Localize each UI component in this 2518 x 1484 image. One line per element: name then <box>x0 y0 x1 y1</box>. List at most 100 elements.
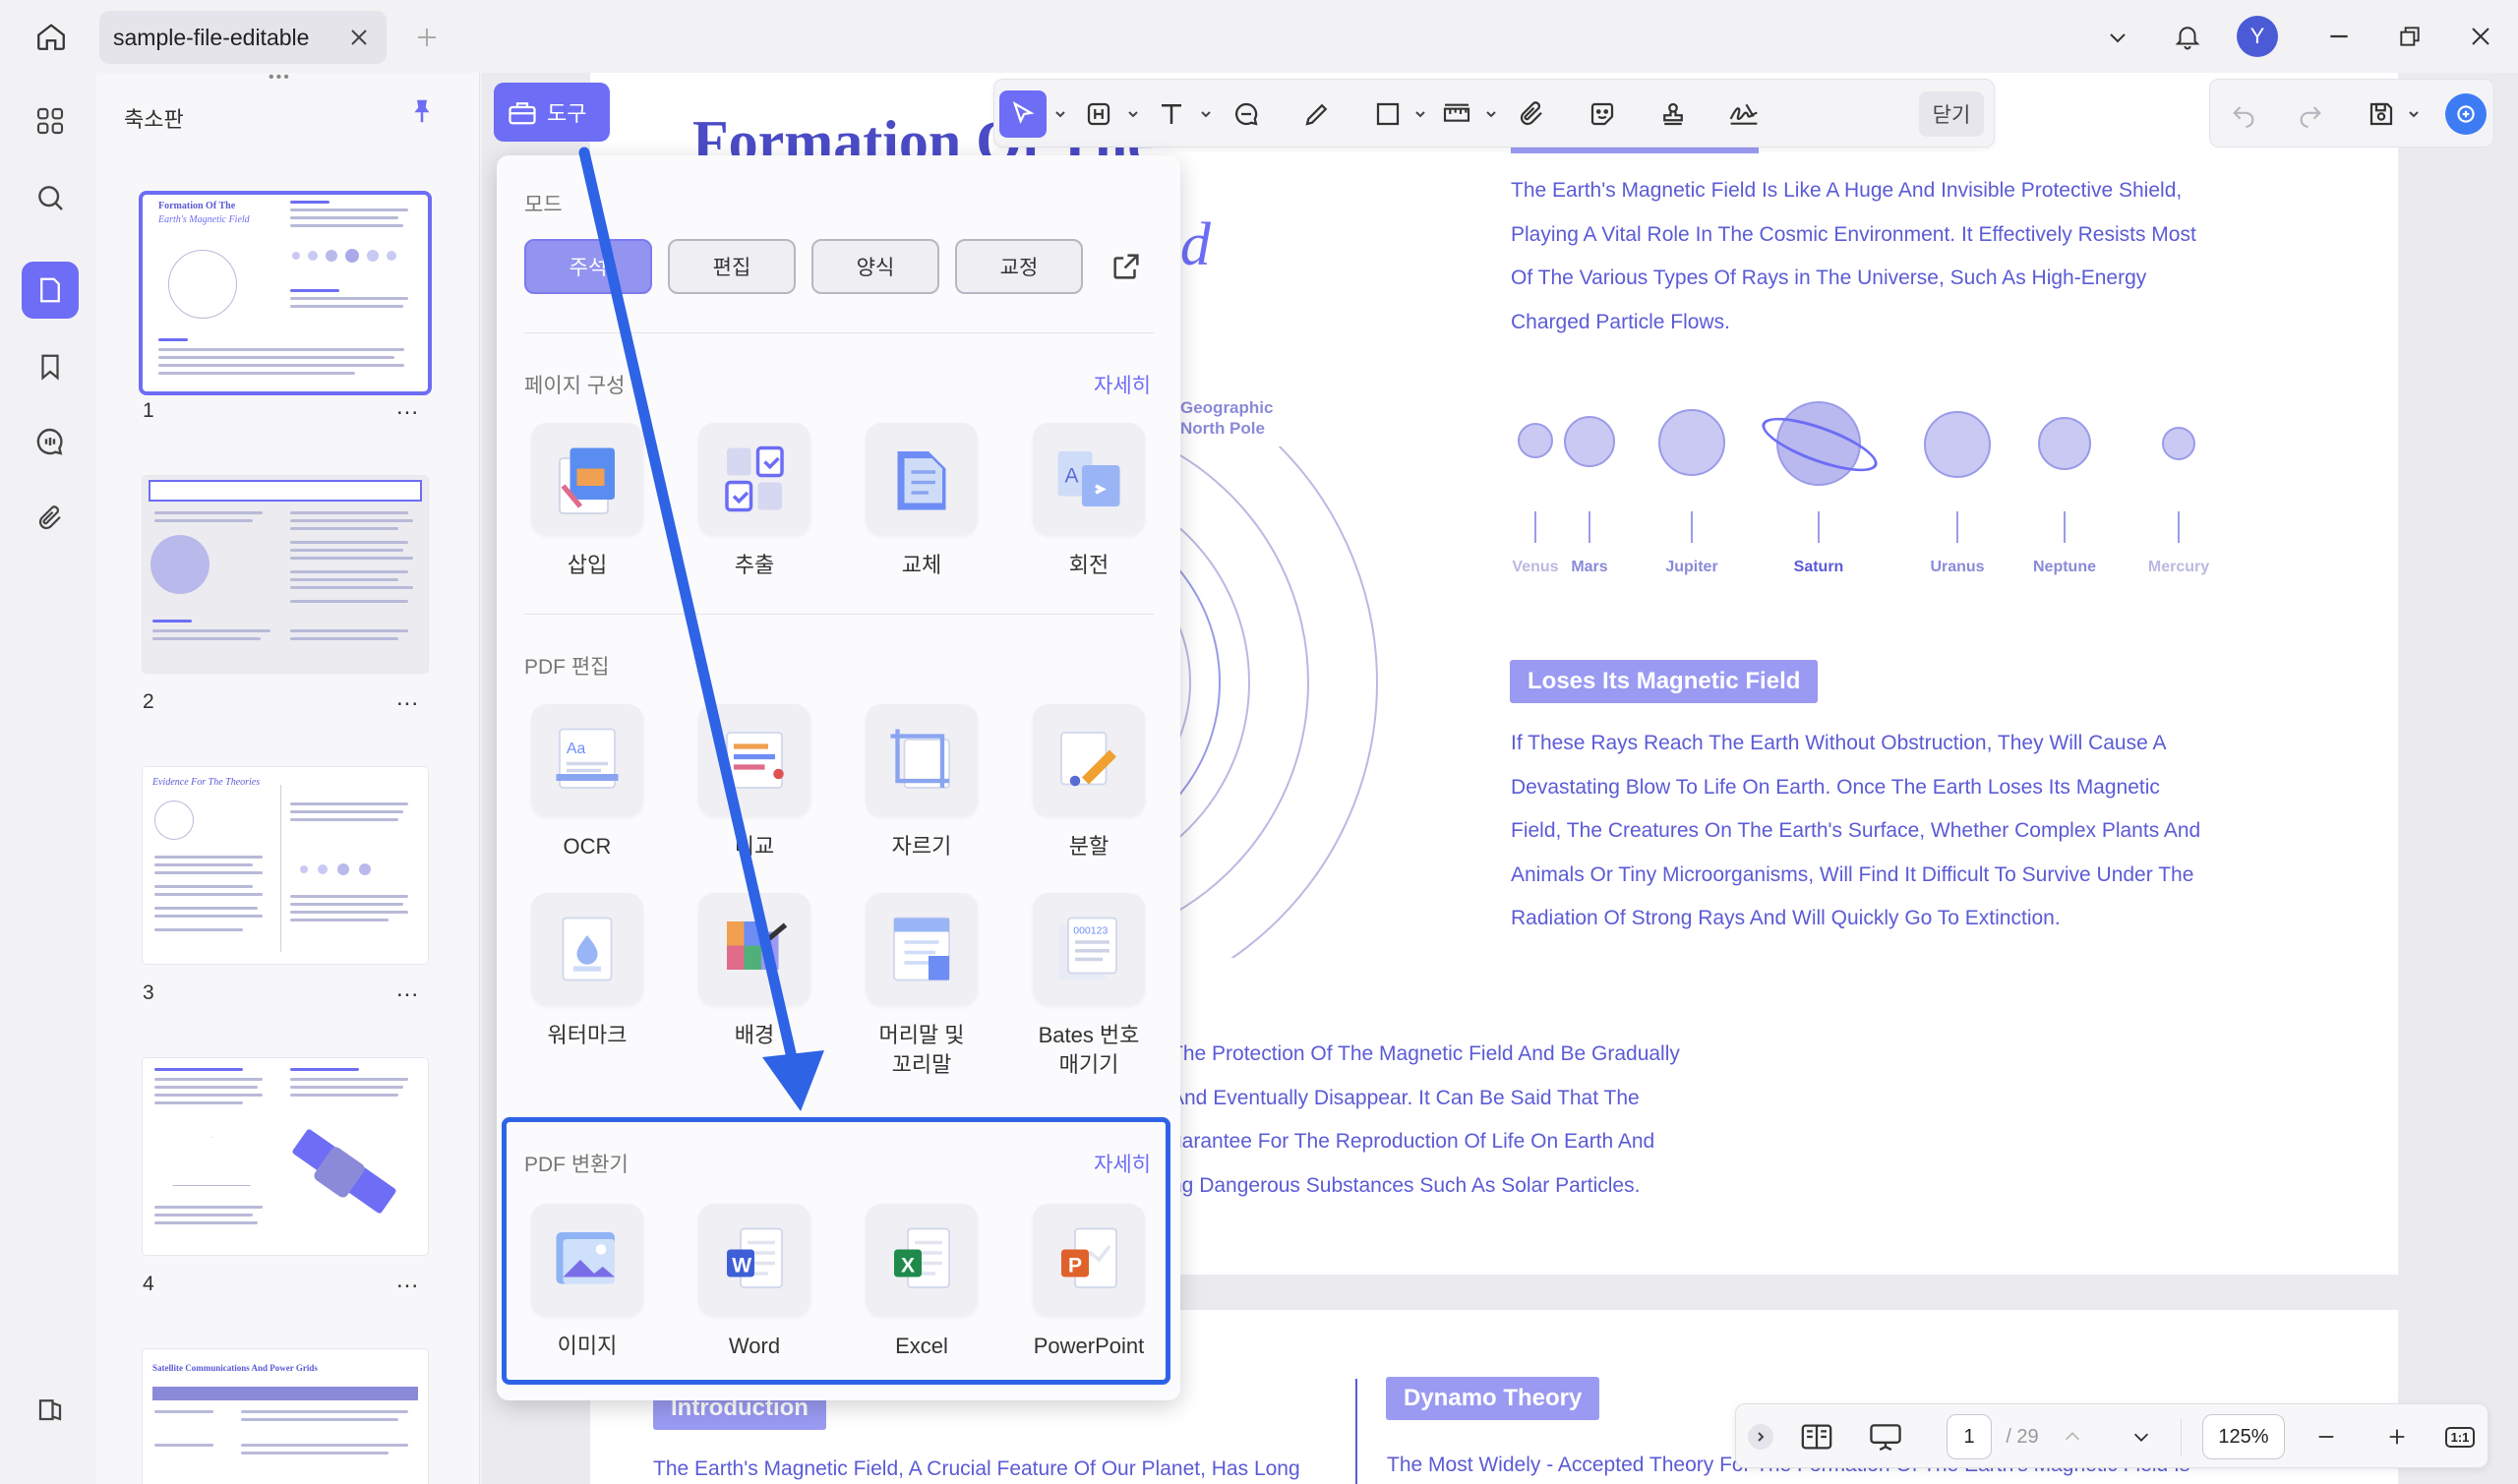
bell-icon[interactable] <box>2168 17 2207 56</box>
tool-label: 교체 <box>901 553 942 577</box>
measure-tool-icon[interactable] <box>1433 90 1480 138</box>
chevron-down-icon[interactable] <box>1053 107 1067 121</box>
home-icon[interactable] <box>31 17 71 56</box>
thumb-more-button[interactable]: ... <box>396 1267 419 1294</box>
extract-tool[interactable] <box>698 423 810 535</box>
page-number-input[interactable]: 1 <box>1947 1414 1992 1459</box>
chevron-down-icon[interactable] <box>1413 107 1427 121</box>
svg-text:Aa: Aa <box>567 741 586 757</box>
apps-icon[interactable] <box>22 92 79 149</box>
page-thumbnail[interactable] <box>143 1058 428 1255</box>
comment-tool-icon[interactable] <box>1223 90 1270 138</box>
close-tab-icon[interactable] <box>345 24 373 51</box>
restore-icon[interactable] <box>2390 17 2429 56</box>
select-tool-icon[interactable] <box>999 90 1047 138</box>
page-thumbnail[interactable]: Evidence For The Theories <box>143 767 428 964</box>
actual-size-button[interactable]: 1:1 <box>2440 1416 2480 1457</box>
zoom-out-icon[interactable] <box>2307 1416 2346 1457</box>
tool-label: 배경 <box>734 1023 775 1047</box>
minimize-icon[interactable] <box>2319 17 2359 56</box>
collapse-icon[interactable] <box>1746 1416 1775 1457</box>
chevron-down-icon[interactable] <box>2098 18 2137 57</box>
prev-page-icon[interactable] <box>2055 1416 2090 1457</box>
signature-tool-icon[interactable] <box>1720 90 1768 138</box>
mode-review[interactable]: 교정 <box>955 239 1083 294</box>
close-tool-button[interactable]: 닫기 <box>1919 91 1984 137</box>
highlight-tool-icon[interactable] <box>1075 90 1122 138</box>
tool-label: 머리말 및 꼬리말 <box>878 1023 965 1077</box>
toolbox-icon <box>509 102 536 125</box>
external-link-icon[interactable] <box>1109 250 1148 285</box>
tool-label: 회전 <box>1068 553 1109 577</box>
page-section-more[interactable]: 자세히 <box>1094 370 1151 399</box>
bookmark-icon[interactable] <box>22 338 79 395</box>
pencil-tool-icon[interactable] <box>1293 90 1341 138</box>
search-icon[interactable] <box>22 169 79 226</box>
stamp-tool-icon[interactable] <box>1649 90 1697 138</box>
ocr-tool[interactable]: Aa <box>531 704 643 816</box>
chevron-down-icon[interactable] <box>1126 107 1140 121</box>
tools-button[interactable]: 도구 <box>494 83 610 142</box>
planet-label: Neptune <box>2033 559 2096 575</box>
mode-edit[interactable]: 편집 <box>668 239 796 294</box>
shape-tool-icon[interactable] <box>1364 90 1411 138</box>
background-tool[interactable] <box>698 893 810 1005</box>
drag-handle[interactable]: ••• <box>269 70 302 86</box>
sidebar-toggle-icon[interactable] <box>22 1381 79 1438</box>
thumbnails-icon[interactable] <box>22 262 79 319</box>
thumb-more-button[interactable]: ... <box>396 393 419 421</box>
watermark-tool[interactable] <box>531 893 643 1005</box>
watermark-icon <box>562 917 613 981</box>
presentation-icon[interactable] <box>1864 1416 1907 1457</box>
crop-tool[interactable] <box>866 704 978 816</box>
rotate-tool[interactable]: A <box>1033 423 1145 535</box>
chevron-down-icon[interactable] <box>1199 107 1213 121</box>
new-tab-icon[interactable] <box>407 18 447 57</box>
column-divider <box>1355 1379 1357 1484</box>
thumb-more-button[interactable]: ... <box>396 976 419 1003</box>
panel-title: 축소판 <box>124 107 184 132</box>
compare-tool[interactable] <box>698 704 810 816</box>
thumb-title: Formation Of The <box>158 201 236 211</box>
attachment-icon[interactable] <box>22 490 79 547</box>
mode-annotate[interactable]: 주석 <box>524 239 652 294</box>
thumb-more-button[interactable]: ... <box>396 684 419 712</box>
chevron-down-icon[interactable] <box>1484 107 1498 121</box>
undo-icon[interactable] <box>2220 90 2267 138</box>
redo-icon[interactable] <box>2287 90 2334 138</box>
attach-tool-icon[interactable] <box>1508 90 1555 138</box>
text-tool-icon[interactable] <box>1148 90 1195 138</box>
page-layout-icon[interactable] <box>1795 1416 1838 1457</box>
converter-highlight-box <box>502 1117 1170 1385</box>
split-icon <box>1060 732 1116 787</box>
sticker-tool-icon[interactable] <box>1579 90 1626 138</box>
save-icon[interactable] <box>2358 90 2405 138</box>
zoom-in-icon[interactable] <box>2377 1416 2417 1457</box>
bottom-toolbar: 1 / 29 125% 1:1 <box>1735 1403 2488 1468</box>
bates-tool[interactable]: 000123 <box>1033 893 1145 1005</box>
rotate-icon: A <box>1057 451 1120 506</box>
planet-venus <box>1518 423 1553 458</box>
next-page-icon[interactable] <box>2124 1416 2159 1457</box>
close-window-icon[interactable] <box>2461 17 2500 56</box>
loses-paragraph: If These Rays Reach The Earth Without Ob… <box>1511 732 2201 929</box>
avatar[interactable]: Y <box>2237 16 2278 57</box>
ocr-icon: Aa <box>556 728 619 789</box>
document-tab[interactable]: sample-file-editable <box>99 11 387 64</box>
tool-label: 워터마크 <box>547 1023 628 1047</box>
header-footer-tool[interactable] <box>866 893 978 1005</box>
background-icon <box>727 921 788 970</box>
pin-icon[interactable] <box>407 96 439 128</box>
replace-tool[interactable] <box>866 423 978 535</box>
ai-assistant-icon[interactable] <box>2442 90 2489 138</box>
insert-tool[interactable] <box>531 423 643 535</box>
page-thumbnail[interactable] <box>143 476 428 673</box>
chevron-down-icon[interactable] <box>2407 107 2421 121</box>
page-thumbnail[interactable]: Formation Of The Earth's Magnetic Field <box>143 195 428 391</box>
comment-icon[interactable] <box>22 413 79 470</box>
left-rail <box>8 73 96 1484</box>
mode-form[interactable]: 양식 <box>811 239 939 294</box>
page-thumbnail[interactable]: Satellite Communications And Power Grids <box>143 1349 428 1484</box>
split-tool[interactable] <box>1033 704 1145 816</box>
zoom-level[interactable]: 125% <box>2202 1414 2285 1459</box>
